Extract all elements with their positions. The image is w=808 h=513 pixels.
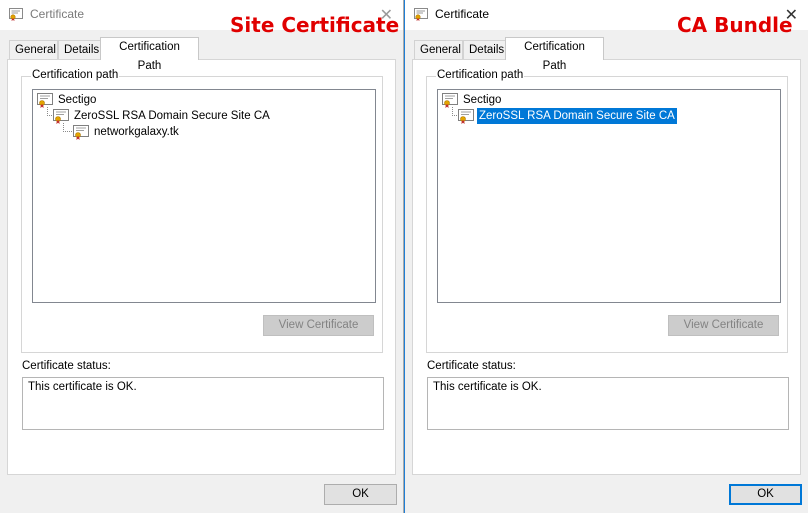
view-certificate-button[interactable]: View Certificate: [263, 315, 374, 336]
certificate-icon: [73, 125, 89, 140]
certification-path-group: Certification path Sectigo ZeroSSL RSA D…: [21, 69, 383, 353]
certificate-dialog-site: Certificate ✕ Site Certificate General D…: [0, 0, 404, 513]
tab-panel: Certification path Sectigo ZeroSSL RSA D…: [7, 59, 396, 475]
window-title: Certificate: [435, 7, 490, 21]
certificate-dialog-ca-bundle: Certificate ✕ CA Bundle General Details …: [404, 0, 808, 513]
certificate-status-box[interactable]: This certificate is OK.: [22, 377, 384, 430]
certificate-icon: [458, 109, 474, 124]
tree-node-label: ZeroSSL RSA Domain Secure Site CA: [74, 110, 270, 122]
tab-details[interactable]: Details: [58, 40, 101, 60]
annotation-label: CA Bundle: [677, 13, 793, 37]
tree-node-label: Sectigo: [58, 94, 97, 106]
certificate-icon: [9, 8, 23, 21]
tab-panel: Certification path Sectigo ZeroSSL RSA D…: [412, 59, 801, 475]
certificate-status-text: This certificate is OK.: [28, 381, 137, 393]
certification-path-tree[interactable]: Sectigo ZeroSSL RSA Domain Secure Site C…: [437, 89, 781, 303]
view-certificate-button[interactable]: View Certificate: [668, 315, 779, 336]
certificate-status-text: This certificate is OK.: [433, 381, 542, 393]
tab-certification-path[interactable]: Certification Path: [505, 37, 604, 72]
tree-node-label: ZeroSSL RSA Domain Secure Site CA: [477, 108, 677, 124]
certificate-icon: [442, 93, 458, 108]
ok-button[interactable]: OK: [729, 484, 802, 505]
tab-details[interactable]: Details: [463, 40, 506, 60]
tree-node-label: Sectigo: [463, 94, 502, 106]
certificate-icon: [37, 93, 53, 108]
tab-general[interactable]: General: [9, 40, 58, 60]
certificate-status-label: Certificate status:: [22, 360, 111, 372]
group-title: Certification path: [436, 69, 525, 81]
group-title: Certification path: [31, 69, 120, 81]
tab-certification-path[interactable]: Certification Path: [100, 37, 199, 72]
certification-path-group: Certification path Sectigo ZeroSSL RSA D…: [426, 69, 788, 353]
window-title: Certificate: [30, 7, 85, 21]
certificate-icon: [53, 109, 69, 124]
annotation-label: Site Certificate: [230, 13, 400, 37]
certificate-status-label: Certificate status:: [427, 360, 516, 372]
certificate-status-box[interactable]: This certificate is OK.: [427, 377, 789, 430]
certification-path-tree[interactable]: Sectigo ZeroSSL RSA Domain Secure Site C…: [32, 89, 376, 303]
ok-button[interactable]: OK: [324, 484, 397, 505]
tree-node-label: networkgalaxy.tk: [94, 126, 179, 138]
certificate-icon: [414, 8, 428, 21]
tab-general[interactable]: General: [414, 40, 463, 60]
